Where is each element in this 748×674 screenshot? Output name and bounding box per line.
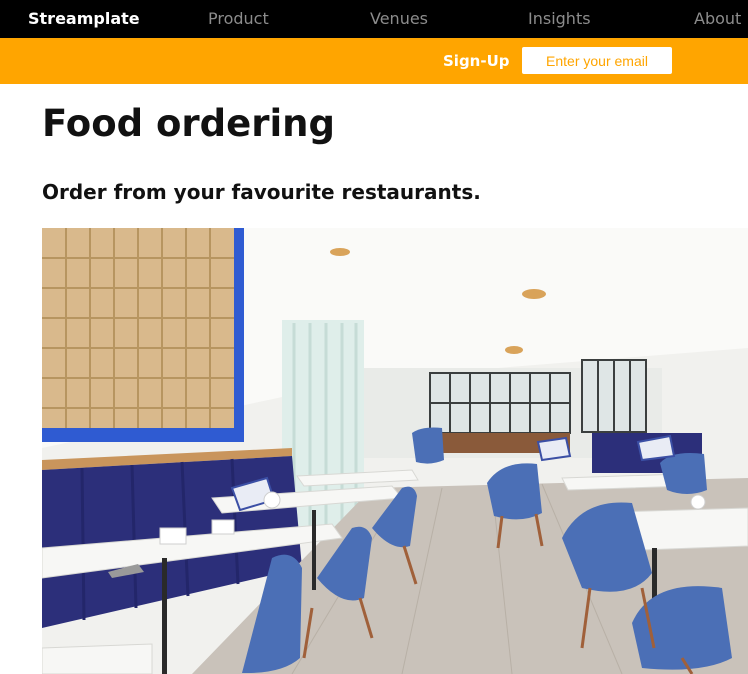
nav-link-venues[interactable]: Venues	[370, 9, 428, 28]
page-subtitle: Order from your favourite restaurants.	[42, 180, 481, 204]
nav-link-insights[interactable]: Insights	[528, 9, 591, 28]
restaurant-hero-image	[42, 228, 748, 674]
signup-label: Sign-Up	[443, 52, 510, 70]
email-input[interactable]	[522, 47, 672, 74]
top-nav: Streamplate Product Venues Insights Abou…	[0, 0, 748, 38]
signup-bar: Sign-Up	[0, 38, 748, 84]
brand-logo-link[interactable]: Streamplate	[28, 9, 140, 28]
nav-link-product[interactable]: Product	[208, 9, 269, 28]
page-title: Food ordering	[42, 102, 335, 145]
nav-link-about[interactable]: About	[694, 9, 741, 28]
